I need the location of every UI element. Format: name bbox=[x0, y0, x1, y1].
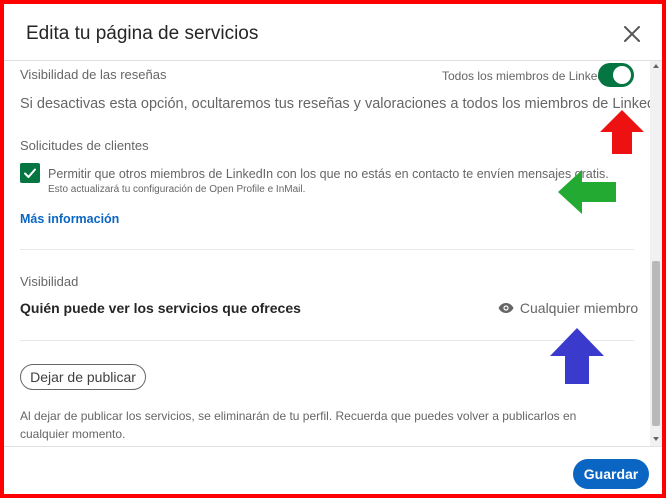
reviews-section-label: Visibilidad de las reseñas bbox=[20, 67, 167, 82]
unpublish-note: Al dejar de publicar los servicios, se e… bbox=[20, 409, 577, 441]
messages-checkbox[interactable] bbox=[20, 163, 40, 183]
dialog-content[interactable]: Visibilidad de las reseñas Todos los mie… bbox=[4, 61, 650, 446]
red-arrow-up-icon bbox=[600, 110, 644, 154]
scroll-up-arrow-icon[interactable] bbox=[653, 64, 659, 68]
divider bbox=[20, 340, 634, 341]
requests-section-label: Solicitudes de clientes bbox=[20, 138, 149, 153]
blue-arrow-up-icon bbox=[550, 328, 604, 384]
scroll-down-arrow-icon[interactable] bbox=[653, 437, 659, 441]
reviews-visibility-toggle[interactable] bbox=[598, 63, 634, 87]
messages-checkbox-sublabel: Esto actualizará tu configuración de Ope… bbox=[48, 184, 306, 195]
checkmark-icon bbox=[24, 168, 36, 178]
content-scrollbar[interactable] bbox=[650, 61, 662, 446]
dialog-title: Edita tu página de servicios bbox=[26, 23, 259, 44]
visibility-heading: Quién puede ver los servicios que ofrece… bbox=[20, 300, 301, 316]
annotation-frame: Edita tu página de servicios Visibilidad… bbox=[0, 0, 666, 498]
save-button[interactable]: Guardar bbox=[573, 459, 649, 489]
toggle-knob bbox=[613, 66, 631, 84]
eye-icon bbox=[498, 303, 514, 313]
scroll-thumb[interactable] bbox=[652, 261, 660, 426]
dialog-footer: Guardar bbox=[4, 446, 662, 494]
messages-checkbox-label[interactable]: Permitir que otros miembros de LinkedIn … bbox=[48, 167, 609, 181]
visibility-value-text: Cualquier miembro bbox=[519, 300, 639, 316]
visibility-section-label: Visibilidad bbox=[20, 274, 79, 289]
green-arrow-left-icon bbox=[558, 170, 616, 214]
visibility-value-button[interactable]: Cualquier miembro bbox=[498, 300, 638, 316]
more-info-link[interactable]: Más información bbox=[20, 212, 119, 226]
divider bbox=[20, 249, 634, 250]
reviews-description: Si desactivas esta opción, ocultaremos t… bbox=[20, 96, 650, 112]
unpublish-button[interactable]: Dejar de publicar bbox=[20, 364, 146, 390]
close-button[interactable] bbox=[620, 22, 644, 46]
dialog-header: Edita tu página de servicios bbox=[4, 4, 662, 61]
reviews-toggle-label: Todos los miembros de LinkedIn bbox=[442, 69, 615, 83]
close-icon bbox=[624, 26, 640, 42]
